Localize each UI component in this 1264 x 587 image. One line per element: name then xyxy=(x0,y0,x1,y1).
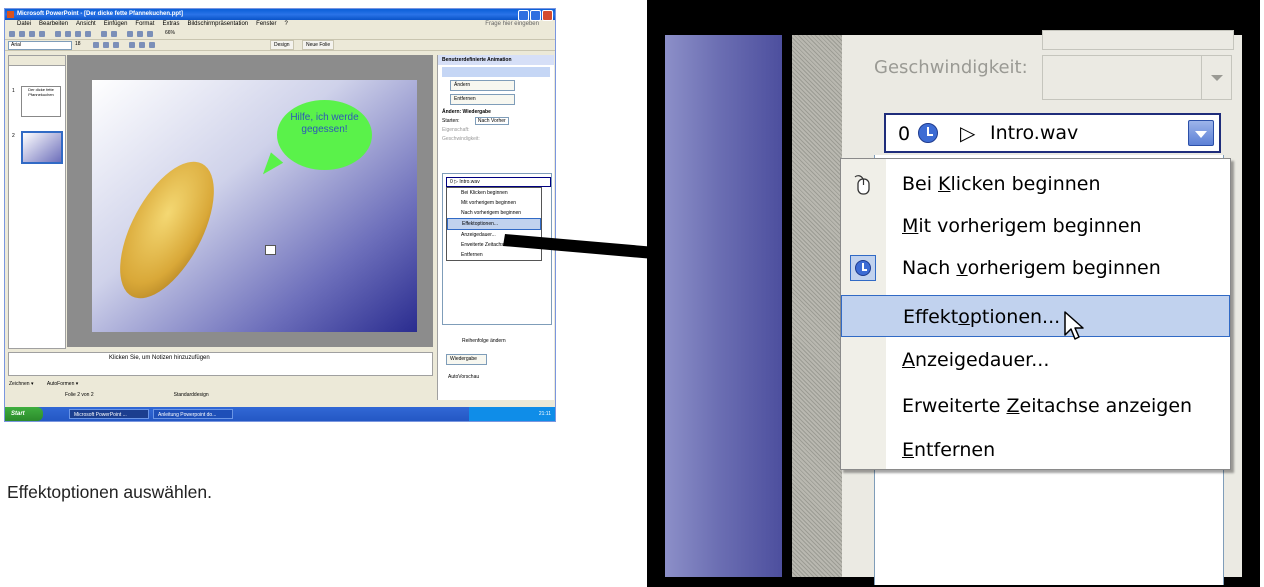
menu-item-after-previous[interactable]: Nach vorherigem beginnen xyxy=(841,247,1230,289)
menu-item-remove[interactable]: Entfernen xyxy=(841,429,1230,471)
zoomed-view: Geschwindigkeit: 0 ▷ Intro.wav Bei Klick… xyxy=(647,0,1260,587)
menu-item-timing[interactable]: Anzeigedauer... xyxy=(841,339,1230,381)
property-field xyxy=(1042,30,1234,50)
pane-splitter[interactable] xyxy=(792,35,842,577)
menu-item-label: Effektoptionen... xyxy=(903,306,1061,328)
mouse-cursor-icon xyxy=(1064,311,1084,340)
clock-icon xyxy=(918,123,938,143)
menu-item-label: Bei Klicken beginnen xyxy=(902,173,1101,195)
animation-item-intro-wav[interactable]: 0 ▷ Intro.wav xyxy=(884,113,1221,153)
animation-file-name: Intro.wav xyxy=(990,122,1079,144)
menu-item-advanced-timeline[interactable]: Erweiterte Zeitachse anzeigen xyxy=(841,385,1230,427)
menu-item-label: Mit vorherigem beginnen xyxy=(902,215,1142,237)
menu-item-effect-options[interactable]: Effektoptionen... xyxy=(841,295,1230,340)
menu-item-label: Nach vorherigem beginnen xyxy=(902,257,1161,279)
animation-order-number: 0 xyxy=(898,123,911,145)
menu-item-with-previous[interactable]: Mit vorherigem beginnen xyxy=(841,205,1230,247)
slide-background-strip xyxy=(665,35,782,577)
clock-check-icon xyxy=(850,255,876,281)
menu-item-label: Erweiterte Zeitachse anzeigen xyxy=(902,395,1193,417)
menu-item-label: Entfernen xyxy=(902,439,996,461)
menu-item-label: Anzeigedauer... xyxy=(902,349,1050,371)
speed-dropdown-arrow-icon[interactable] xyxy=(1201,56,1231,99)
speed-label: Geschwindigkeit: xyxy=(874,57,1028,78)
play-icon: ▷ xyxy=(960,121,976,145)
menu-item-click-start[interactable]: Bei Klicken beginnen xyxy=(841,163,1230,205)
pane-divider xyxy=(782,35,792,577)
animation-context-menu: Bei Klicken beginnen Mit vorherigem begi… xyxy=(840,158,1231,470)
dropdown-arrow-button[interactable] xyxy=(1188,120,1214,146)
mouse-icon xyxy=(854,175,870,195)
speed-dropdown[interactable] xyxy=(1042,55,1232,100)
